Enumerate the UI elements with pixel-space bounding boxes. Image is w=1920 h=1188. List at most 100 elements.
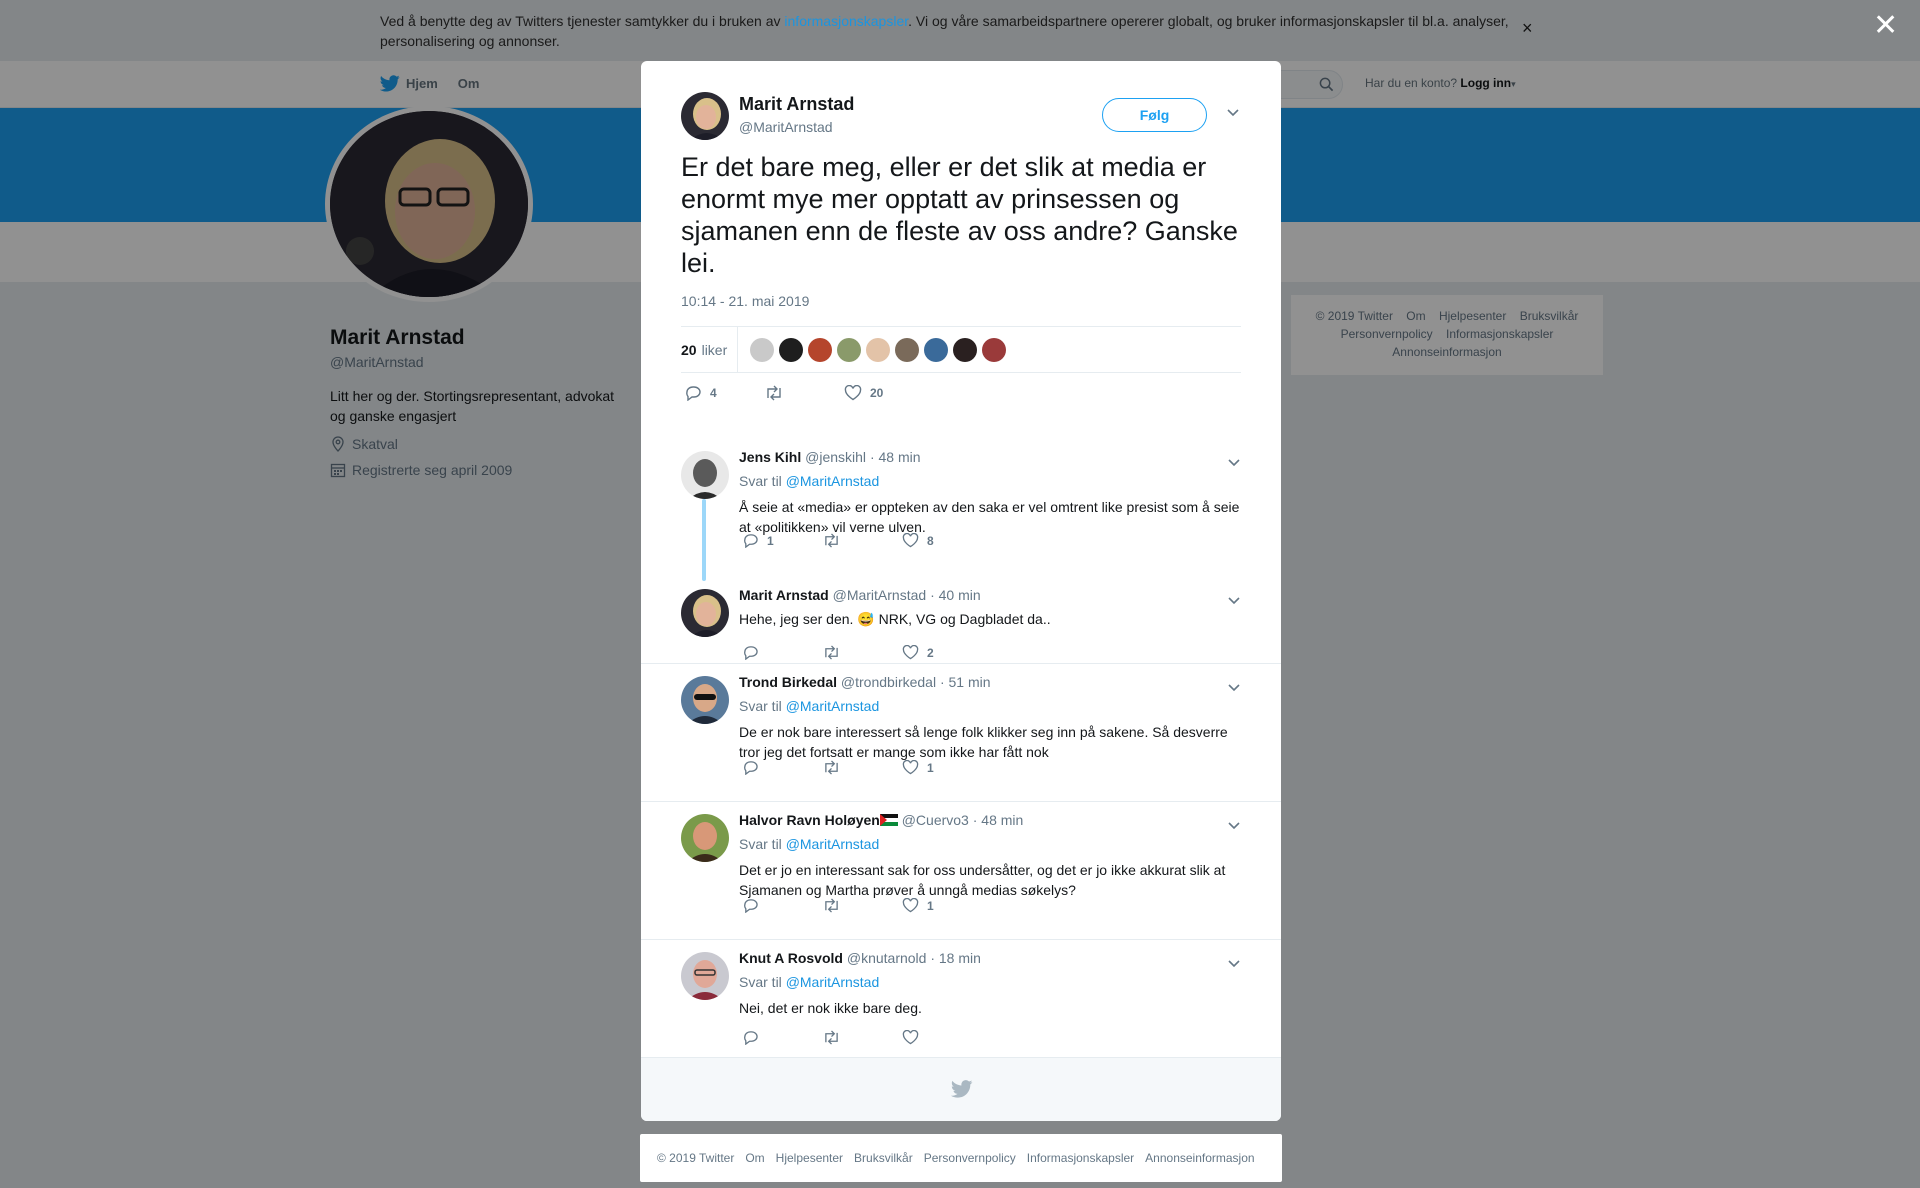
- retweet-icon: [825, 760, 838, 775]
- footer-link-about[interactable]: Om: [745, 1151, 764, 1165]
- reply-author-name[interactable]: Trond Birkedal: [739, 674, 837, 690]
- reply-time[interactable]: · 18 min: [930, 950, 981, 966]
- reply-header: Jens Kihl @jenskihl · 48 min: [739, 449, 921, 465]
- reply-action[interactable]: 4: [684, 385, 764, 401]
- like-count: 20: [870, 386, 884, 400]
- footer-link-ads-info[interactable]: Annonseinformasjon: [1145, 1151, 1254, 1165]
- reply-actions: 1: [742, 760, 934, 775]
- reply-header: Trond Birkedal @trondbirkedal · 51 min: [739, 674, 991, 690]
- retweet-action[interactable]: [764, 385, 844, 401]
- cookie-policy-link[interactable]: informasjonskapsler: [784, 13, 908, 29]
- reply-avatar[interactable]: [681, 676, 729, 724]
- reply-time[interactable]: · 48 min: [973, 812, 1024, 828]
- reply-avatar[interactable]: [681, 814, 729, 862]
- footer-copyright: © 2019 Twitter: [657, 1151, 735, 1165]
- reply-to-mention[interactable]: @MaritArnstad: [786, 836, 880, 852]
- reply-text: Å seie at «media» er oppteken av den sak…: [739, 499, 1240, 535]
- liker-avatar[interactable]: [750, 337, 775, 362]
- reply-avatar[interactable]: [681, 952, 729, 1000]
- reply-header: Halvor Ravn Holøyen @Cuervo3 · 48 min: [739, 812, 1023, 828]
- reply-icon: [744, 761, 758, 775]
- like-count: 1: [927, 898, 934, 913]
- liker-avatar[interactable]: [953, 337, 978, 362]
- chevron-down-icon[interactable]: [1227, 455, 1241, 471]
- reply-actions: 1 8: [742, 533, 934, 548]
- reply-author-handle[interactable]: @trondbirkedal: [841, 674, 936, 690]
- reply-action[interactable]: [742, 760, 822, 775]
- retweet-action[interactable]: [822, 533, 902, 548]
- like-action[interactable]: 20: [844, 385, 883, 401]
- modal-footer: [641, 1057, 1281, 1121]
- reply-author-name[interactable]: Knut A Rosvold: [739, 950, 843, 966]
- reply-author-name[interactable]: Marit Arnstad: [739, 587, 829, 603]
- retweet-action[interactable]: [822, 898, 902, 913]
- retweet-action[interactable]: [822, 1030, 902, 1045]
- footer-link-terms[interactable]: Bruksvilkår: [854, 1151, 913, 1165]
- reply-to-mention[interactable]: @MaritArnstad: [786, 473, 880, 489]
- reply-author-name[interactable]: Jens Kihl: [739, 449, 801, 465]
- like-action[interactable]: 1: [902, 898, 934, 913]
- follow-button[interactable]: Følg: [1102, 98, 1207, 132]
- reply-author-handle[interactable]: @knutarnold: [847, 950, 927, 966]
- reply-avatar[interactable]: [681, 451, 729, 499]
- like-action[interactable]: 1: [902, 760, 934, 775]
- reply-time[interactable]: · 51 min: [940, 674, 991, 690]
- chevron-down-icon[interactable]: [1226, 105, 1240, 121]
- reply-actions: 2: [742, 645, 934, 660]
- reply-to-mention[interactable]: @MaritArnstad: [786, 698, 880, 714]
- reply-author-handle[interactable]: @Cuervo3: [902, 812, 969, 828]
- reply-action[interactable]: 1: [742, 533, 822, 548]
- chevron-down-icon[interactable]: [1227, 818, 1241, 834]
- footer-link-privacy[interactable]: Personvernpolicy: [924, 1151, 1016, 1165]
- liker-avatar[interactable]: [982, 337, 1007, 362]
- likes-count[interactable]: 20 liker: [681, 327, 739, 372]
- liker-avatar[interactable]: [924, 337, 949, 362]
- chevron-down-icon[interactable]: [1227, 593, 1241, 609]
- retweet-action[interactable]: [822, 760, 902, 775]
- liker-avatar[interactable]: [866, 337, 891, 362]
- reply-text-after: NRK, VG og Dagbladet da..: [874, 611, 1051, 627]
- like-count: 8: [927, 533, 934, 548]
- liker-avatar[interactable]: [895, 337, 920, 362]
- liker-avatar[interactable]: [779, 337, 804, 362]
- retweet-action[interactable]: [822, 645, 902, 660]
- reply-author-name[interactable]: Halvor Ravn Holøyen: [739, 812, 880, 828]
- author-handle[interactable]: @MaritArnstad: [739, 119, 854, 135]
- heart-icon: [902, 760, 919, 775]
- footer-link-help[interactable]: Hjelpesenter: [776, 1151, 843, 1165]
- reply-to-mention[interactable]: @MaritArnstad: [786, 974, 880, 990]
- cookie-banner: Ved å benytte deg av Twitters tjenester …: [0, 0, 1920, 61]
- liker-avatar[interactable]: [837, 337, 862, 362]
- close-modal-button[interactable]: ✕: [1873, 11, 1898, 41]
- tweet-text: Er det bare meg, eller er det slik at me…: [681, 152, 1238, 278]
- divider: [641, 663, 1281, 664]
- like-count: 2: [927, 645, 934, 660]
- reply-avatar[interactable]: [681, 589, 729, 637]
- reply-to: Svar til @MaritArnstad: [739, 473, 879, 489]
- author-avatar[interactable]: [681, 92, 729, 140]
- reply-time[interactable]: · 40 min: [930, 587, 981, 603]
- likes-count-number: 20: [681, 341, 697, 358]
- reply-author-handle[interactable]: @MaritArnstad: [833, 587, 927, 603]
- like-action[interactable]: 2: [902, 645, 934, 660]
- footer-link-cookies[interactable]: Informasjonskapsler: [1027, 1151, 1134, 1165]
- cookie-banner-text: Ved å benytte deg av Twitters tjenester …: [380, 11, 1520, 51]
- heart-icon: [902, 1030, 919, 1045]
- reply-to: Svar til @MaritArnstad: [739, 974, 879, 990]
- retweet-icon: [825, 1030, 838, 1045]
- reply-action[interactable]: [742, 898, 822, 913]
- page-footer: © 2019 Twitter Om Hjelpesenter Bruksvilk…: [640, 1134, 1282, 1182]
- chevron-down-icon[interactable]: [1227, 956, 1241, 972]
- reply-time[interactable]: · 48 min: [870, 449, 921, 465]
- reply-action[interactable]: [742, 645, 822, 660]
- chevron-down-icon[interactable]: [1227, 680, 1241, 696]
- author-name[interactable]: Marit Arnstad: [739, 94, 854, 115]
- like-action[interactable]: 8: [902, 533, 934, 548]
- like-action[interactable]: [902, 1030, 927, 1045]
- tweet-timestamp[interactable]: 10:14 - 21. mai 2019: [681, 293, 809, 309]
- reply-author-handle[interactable]: @jenskihl: [805, 449, 866, 465]
- reply-action[interactable]: [742, 1030, 822, 1045]
- cookie-close-button[interactable]: ×: [1522, 18, 1533, 39]
- liker-avatar[interactable]: [808, 337, 833, 362]
- sweat-smile-emoji-icon: 😅: [857, 611, 875, 627]
